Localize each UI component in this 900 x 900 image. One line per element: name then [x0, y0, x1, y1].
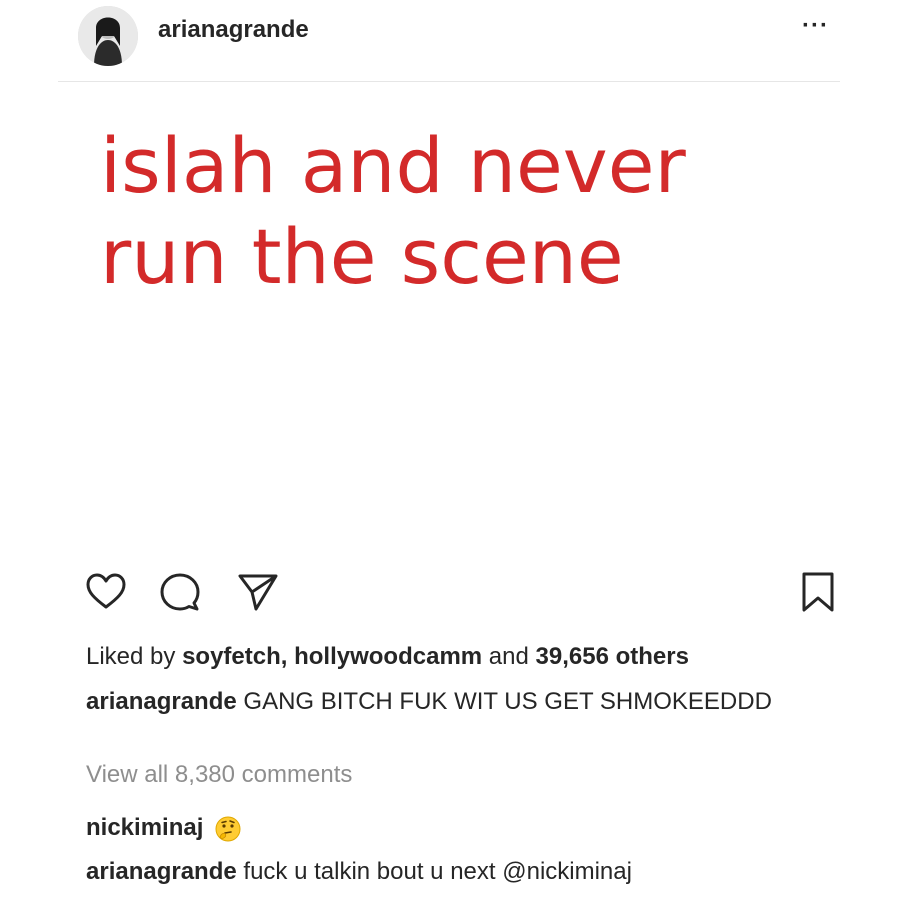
comment-text: fuck u talkin bout u next @nickiminaj — [243, 858, 632, 885]
share-button[interactable] — [236, 570, 280, 614]
liked-by-users[interactable]: soyfetch, hollywoodcamm — [182, 643, 482, 670]
caption-username[interactable]: arianagrande — [86, 688, 237, 715]
bookmark-icon — [802, 572, 834, 612]
comment-bubble-icon — [160, 573, 200, 611]
view-all-comments-link[interactable]: View all 8,380 comments — [86, 761, 352, 789]
post-actions — [0, 570, 900, 620]
comment-item: arianagrande fuck u talkin bout u next @… — [86, 858, 632, 886]
likes-prefix: Liked by — [86, 643, 176, 670]
like-button[interactable] — [84, 570, 128, 614]
comment-username[interactable]: arianagrande — [86, 858, 237, 885]
caption-text: GANG BITCH FUK WIT US GET SHMOKEEDDD — [243, 688, 772, 715]
meme-text-line-1: islah and never — [100, 121, 686, 210]
post-caption: arianagrande GANG BITCH FUK WIT US GET S… — [86, 686, 806, 718]
meme-text-line-2: run the scene — [100, 212, 624, 302]
heart-icon — [86, 573, 126, 609]
meme-text: islah and never run the scene — [100, 120, 780, 302]
thinking-face-emoji-icon — [214, 815, 242, 843]
likes-count[interactable]: 39,656 others — [536, 643, 689, 670]
comment-button[interactable] — [158, 570, 202, 614]
more-options-button[interactable]: ··· — [802, 14, 838, 38]
avatar[interactable] — [78, 6, 138, 66]
avatar-photo-icon — [78, 6, 138, 66]
likes-and: and — [488, 643, 529, 670]
send-icon — [238, 574, 278, 611]
comment-item: nickiminaj — [86, 814, 242, 843]
post-username[interactable]: arianagrande — [158, 16, 309, 44]
save-button[interactable] — [796, 570, 840, 614]
comment-username[interactable]: nickiminaj — [86, 814, 203, 841]
likes-summary: Liked by soyfetch, hollywoodcamm and 39,… — [86, 643, 689, 671]
post-header: arianagrande ··· — [0, 0, 900, 80]
